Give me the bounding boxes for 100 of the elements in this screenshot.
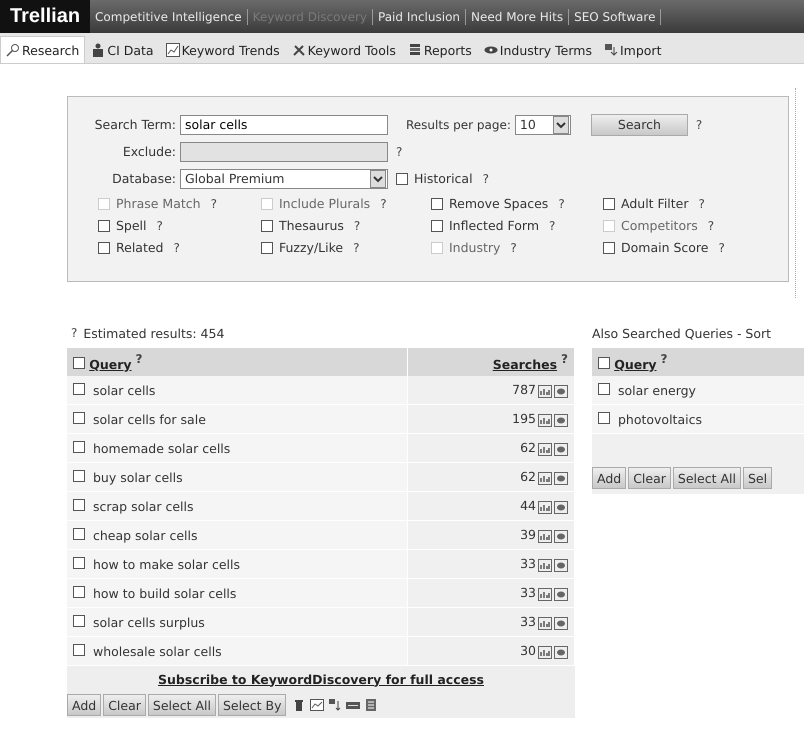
toolbar-tab[interactable]: Research	[0, 36, 86, 63]
document-icon[interactable]	[364, 698, 378, 712]
database-select[interactable]: Global Premium	[180, 168, 388, 188]
checkbox[interactable]	[73, 528, 85, 540]
chart-icon[interactable]	[166, 43, 180, 57]
brand-logo[interactable]: Trellian	[0, 0, 90, 33]
field-label: Database:	[111, 171, 176, 186]
action-button[interactable]: Clear	[628, 467, 671, 489]
search-count: 62	[520, 440, 536, 456]
help-link[interactable]: ?	[718, 240, 725, 254]
bar-chart-icon[interactable]	[538, 588, 552, 601]
option-label: Spell	[116, 218, 147, 233]
toolbar-tab[interactable]: Keyword Trends	[160, 36, 286, 63]
bar-chart-icon[interactable]	[538, 530, 552, 543]
bar-chart-icon[interactable]	[538, 472, 552, 485]
action-button[interactable]: Select By	[218, 694, 286, 716]
import-icon[interactable]	[604, 43, 618, 57]
search-term-field[interactable]: solar cells	[180, 114, 388, 134]
checkbox[interactable]	[431, 220, 443, 232]
column-header[interactable]: Searches	[492, 357, 558, 372]
field-label: Search Term:	[94, 117, 176, 132]
checkbox[interactable]	[598, 357, 610, 369]
checkbox[interactable]	[73, 440, 85, 452]
figure-icon[interactable]	[91, 43, 106, 57]
column-header[interactable]: Query	[89, 357, 132, 372]
help-link[interactable]: ?	[396, 144, 402, 158]
search-button[interactable]: Search	[590, 114, 688, 136]
nav-tab[interactable]: Competitive Intelligence	[90, 8, 248, 24]
field-label: Results per page:	[406, 118, 511, 132]
help-link[interactable]: ?	[696, 118, 702, 132]
export-icon[interactable]	[328, 698, 342, 712]
checkbox[interactable]	[73, 412, 85, 424]
checkbox[interactable]	[73, 586, 85, 598]
line-chart-icon[interactable]	[310, 698, 324, 712]
help-link[interactable]: ?	[549, 218, 556, 232]
bar-chart-icon[interactable]	[538, 500, 552, 514]
checkbox[interactable]	[261, 242, 273, 254]
checkbox[interactable]	[598, 382, 610, 394]
search-count: 39	[520, 527, 536, 542]
help-link[interactable]: ?	[353, 240, 360, 254]
checkbox[interactable]	[98, 220, 110, 232]
checkbox[interactable]	[598, 412, 610, 424]
checkbox[interactable]	[261, 220, 273, 232]
help-link[interactable]: ?	[558, 196, 565, 210]
help-link[interactable]: ?	[71, 326, 78, 340]
checkbox[interactable]	[73, 382, 85, 394]
help-link[interactable]: ?	[698, 196, 705, 210]
help-link[interactable]: ?	[660, 352, 668, 366]
option-label: Remove Spaces	[449, 196, 548, 211]
search-count: 33	[520, 556, 536, 572]
search-count: 44	[520, 498, 536, 514]
checkbox[interactable]	[431, 198, 443, 210]
query-text: solar energy	[618, 382, 696, 398]
checkbox[interactable]	[98, 242, 110, 254]
option-label: Fuzzy/Like	[279, 240, 344, 255]
toolbar-tab[interactable]: Import	[598, 36, 668, 63]
query-text: homemade solar cells	[92, 440, 230, 456]
field-label: Exclude:	[122, 144, 176, 159]
nav-tab[interactable]: SEO Software	[569, 8, 662, 24]
nav-tab[interactable]: Paid Inclusion	[373, 8, 466, 24]
column-header[interactable]: Query	[614, 357, 657, 372]
checkbox[interactable]	[603, 242, 615, 254]
query-text: solar cells for sale	[92, 412, 206, 426]
checkbox[interactable]	[73, 556, 85, 568]
toolbar-tab[interactable]: CI Data	[85, 36, 160, 63]
bar-chart-icon[interactable]	[538, 442, 552, 456]
help-link[interactable]: ?	[173, 240, 180, 254]
toolbar-tab[interactable]: Keyword Tools	[286, 36, 402, 63]
bar-chart-icon[interactable]	[538, 646, 552, 659]
action-button[interactable]: Add	[67, 694, 102, 716]
action-button[interactable]: Select All	[148, 694, 216, 716]
section-title: Also Searched Queries - Sort	[592, 326, 772, 340]
bar-chart-icon[interactable]	[538, 384, 552, 398]
checkbox[interactable]	[73, 470, 85, 482]
toolbar-tab[interactable]: Reports	[402, 36, 478, 63]
results-select[interactable]: 10	[514, 114, 571, 134]
help-link[interactable]: ?	[482, 172, 489, 186]
help-link[interactable]: ?	[354, 218, 360, 232]
checkbox[interactable]	[603, 198, 615, 210]
option-label: Domain Score	[621, 240, 708, 255]
checkbox[interactable]	[73, 614, 85, 626]
option-label: Historical	[414, 171, 473, 186]
checkbox[interactable]	[73, 357, 85, 369]
checkbox[interactable]	[73, 498, 85, 510]
stack-icon[interactable]	[408, 43, 422, 57]
bar-chart-icon[interactable]	[538, 616, 552, 630]
help-link[interactable]: ?	[156, 218, 163, 232]
action-button[interactable]: Sel	[742, 467, 772, 489]
checkbox[interactable]	[396, 172, 408, 184]
help-link[interactable]: ?	[136, 352, 142, 366]
bar-chart-icon[interactable]	[538, 558, 552, 572]
toolbar-tab[interactable]: Industry Terms	[478, 36, 598, 63]
action-button[interactable]: Select All	[672, 467, 741, 489]
search-icon[interactable]	[6, 43, 20, 57]
nav-tab[interactable]: Need More Hits	[466, 8, 570, 24]
action-button[interactable]: Clear	[103, 694, 146, 716]
action-button[interactable]: Add	[592, 467, 626, 489]
help-link[interactable]: ?	[561, 352, 568, 366]
checkbox[interactable]	[73, 644, 85, 656]
bar-chart-icon[interactable]	[538, 414, 552, 427]
